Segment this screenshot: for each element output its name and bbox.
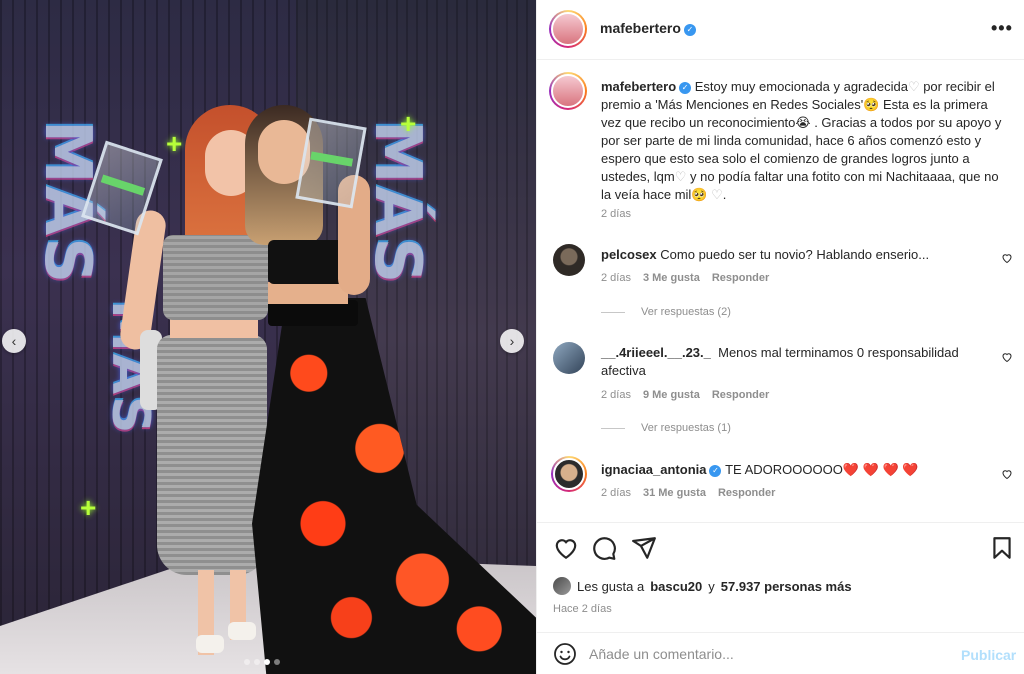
pleading-face-emoji-icon: 🥺 xyxy=(863,97,880,112)
commenter-username[interactable]: pelcosex xyxy=(601,247,657,262)
share-send-icon[interactable] xyxy=(631,535,657,561)
carousel-dot xyxy=(274,659,280,665)
post-side-panel: mafebertero ✓ ••• mafebertero ✓ Estoy muy … xyxy=(536,0,1024,674)
likes-conjunction: y xyxy=(708,578,715,594)
white-heart-emoji-icon: ♡ xyxy=(907,79,920,94)
caption-part: Estoy muy emocionada y agradecida xyxy=(691,79,908,94)
neon-plus: + xyxy=(166,128,183,159)
view-replies-label[interactable]: Ver respuestas (2) xyxy=(641,306,731,318)
carousel-dot xyxy=(254,659,260,665)
caption-text: mafebertero ✓ Estoy muy emocionada y agra… xyxy=(601,79,1002,202)
commenter-username[interactable]: ignaciaa_antonia xyxy=(601,462,706,477)
post-header: mafebertero ✓ ••• xyxy=(537,0,1024,60)
comment-meta: 2 días 31 Me gusta Responder xyxy=(601,487,775,499)
comment-body: TE ADOROOOOOO xyxy=(725,462,843,477)
carousel-prev-button[interactable]: ‹ xyxy=(2,329,26,353)
caption-avatar[interactable] xyxy=(549,72,587,110)
publish-comment-button[interactable]: Publicar xyxy=(961,647,1016,663)
carousel-dot xyxy=(244,659,250,665)
view-replies-button[interactable]: Ver respuestas (2) xyxy=(601,306,731,318)
view-replies-button[interactable]: Ver respuestas (1) xyxy=(601,422,731,434)
liker-avatar[interactable] xyxy=(553,577,571,595)
reply-button[interactable]: Responder xyxy=(718,487,775,499)
comment-meta: 2 días 9 Me gusta Responder xyxy=(601,389,769,401)
add-comment-bar: Publicar xyxy=(537,632,1024,674)
carousel-next-button[interactable]: › xyxy=(500,329,524,353)
divider-line xyxy=(601,311,625,313)
like-heart-icon[interactable] xyxy=(553,535,579,561)
comment-likes[interactable]: 9 Me gusta xyxy=(643,389,700,401)
commenter-username[interactable]: __.4riieeel.__.23._ xyxy=(601,345,711,360)
comment-like-heart-icon[interactable] xyxy=(1001,252,1013,264)
white-heart-emoji-icon: ♡ xyxy=(711,187,723,202)
commenter-avatar[interactable] xyxy=(553,342,585,374)
white-heart-emoji-icon: ♡ xyxy=(674,169,687,184)
person-right-top xyxy=(268,240,346,284)
comment-like-heart-icon[interactable] xyxy=(1001,351,1013,363)
commenter-avatar[interactable] xyxy=(551,456,587,492)
comment-time[interactable]: 2 días xyxy=(601,487,631,499)
emoji-picker-icon[interactable] xyxy=(553,642,577,666)
author-avatar[interactable] xyxy=(549,10,587,48)
comment-likes[interactable]: 3 Me gusta xyxy=(643,272,700,284)
person-left-midriff xyxy=(170,318,258,338)
caption-timestamp[interactable]: 2 días xyxy=(601,208,631,220)
comment-time[interactable]: 2 días xyxy=(601,389,631,401)
carousel-dot xyxy=(264,659,270,665)
view-replies-label[interactable]: Ver respuestas (1) xyxy=(641,422,731,434)
comment-likes[interactable]: 31 Me gusta xyxy=(643,487,706,499)
neon-plus: + xyxy=(400,108,417,139)
red-heart-emoji-icon: ❤️ ❤️ ❤️ ❤️ xyxy=(842,462,919,477)
author-username-text[interactable]: mafebertero xyxy=(600,20,681,36)
verified-badge-icon: ✓ xyxy=(683,24,696,36)
comment-text: ignaciaa_antonia ✓ TE ADOROOOOOO❤️ ❤️ ❤️ … xyxy=(601,461,981,479)
comment-meta: 2 días 3 Me gusta Responder xyxy=(601,272,769,284)
likes-count[interactable]: 57.937 personas más xyxy=(721,579,852,594)
comment-input[interactable] xyxy=(589,643,949,665)
more-options-button[interactable]: ••• xyxy=(991,18,1013,39)
post-photo[interactable]: MÁS MÁS MÁS + + + ‹ › xyxy=(0,0,536,674)
author-username[interactable]: mafebertero ✓ xyxy=(600,20,696,36)
divider-line xyxy=(601,427,625,429)
comment-like-heart-icon[interactable] xyxy=(1001,468,1013,480)
likes-prefix: Les gusta a xyxy=(577,578,645,594)
reply-button[interactable]: Responder xyxy=(712,272,769,284)
post-timestamp[interactable]: Hace 2 días xyxy=(553,603,612,615)
comment-text: __.4riieeel.__.23._ Menos mal terminamos… xyxy=(601,344,981,380)
shoe xyxy=(228,622,256,640)
likes-summary: Les gusta a bascu20 y 57.937 personas má… xyxy=(553,577,852,595)
pleading-face-emoji-icon: 🥺 xyxy=(691,187,708,202)
commenter-avatar[interactable] xyxy=(553,244,585,276)
neon-plus: + xyxy=(80,492,97,523)
comment-bubble-icon[interactable] xyxy=(591,535,617,561)
verified-badge-icon: ✓ xyxy=(679,82,692,94)
comment-text: pelcosex Como puedo ser tu novio? Hablan… xyxy=(601,246,981,264)
person-left-top xyxy=(163,235,268,320)
neon-text: MÁS xyxy=(360,120,434,286)
carousel-dots xyxy=(244,659,280,665)
crying-face-emoji-icon: 😭 xyxy=(795,115,811,130)
comment-time[interactable]: 2 días xyxy=(601,272,631,284)
comment-body: Como puedo ser tu novio? Hablando enseri… xyxy=(660,247,930,262)
person-left-skirt xyxy=(157,335,267,575)
liker-username[interactable]: bascu20 xyxy=(650,579,702,594)
post-actions-bar: Les gusta a bascu20 y 57.937 personas má… xyxy=(537,522,1024,632)
verified-badge-icon: ✓ xyxy=(709,465,722,477)
caption-username[interactable]: mafebertero xyxy=(601,79,676,94)
reply-button[interactable]: Responder xyxy=(712,389,769,401)
person-right-midriff xyxy=(268,282,348,304)
save-bookmark-icon[interactable] xyxy=(989,535,1015,561)
shoe xyxy=(196,635,224,653)
